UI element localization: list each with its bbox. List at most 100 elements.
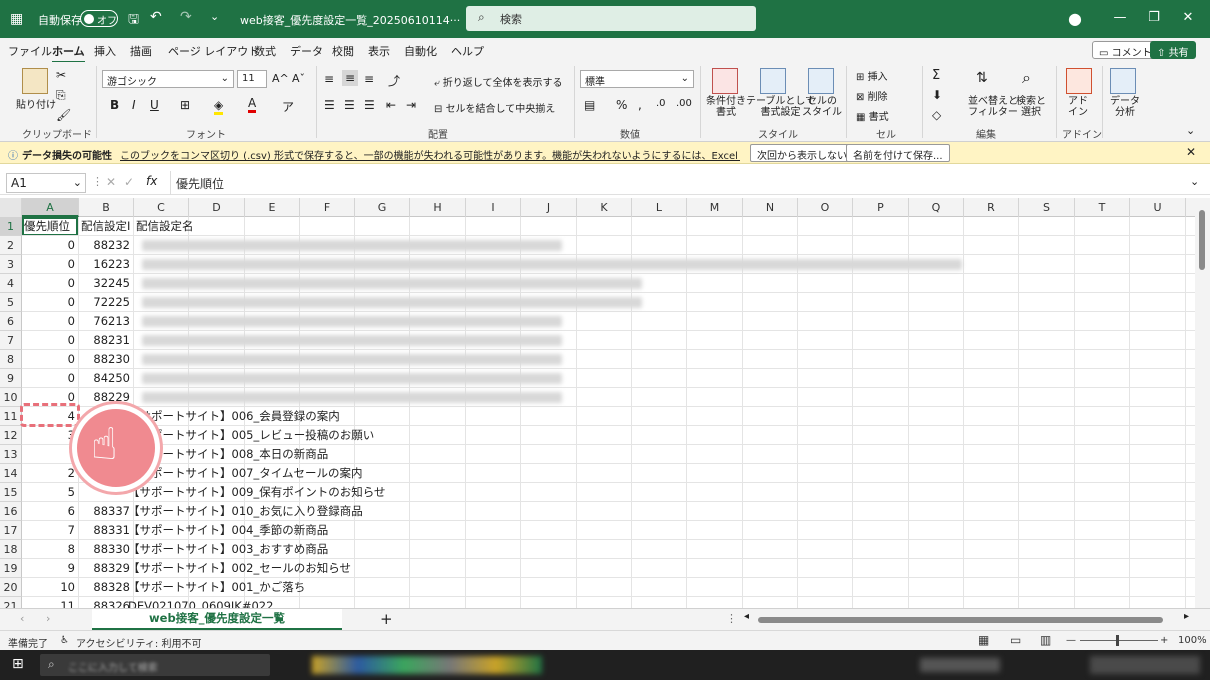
column-header-u[interactable]: U <box>1130 198 1186 217</box>
cell-a[interactable]: 2 <box>24 464 75 483</box>
close-icon[interactable]: ✕ <box>1178 8 1198 28</box>
row-header[interactable]: 4 <box>0 274 22 293</box>
align-left-icon[interactable]: ☰ <box>324 98 335 112</box>
comment-button[interactable]: ▭ コメント <box>1092 41 1159 59</box>
cell-a[interactable]: 9 <box>24 559 75 578</box>
menu-home[interactable]: ホーム <box>52 43 85 63</box>
search-box[interactable]: ⌕ 検索 <box>466 6 756 31</box>
cell-c[interactable]: 【サポートサイト】002_セールのお知らせ <box>128 559 508 578</box>
cell-c[interactable]: 【サポートサイト】010_お気に入り登録商品 <box>128 502 508 521</box>
column-header-e[interactable]: E <box>245 198 300 217</box>
minimize-icon[interactable]: — <box>1110 8 1130 28</box>
phonetic-icon[interactable]: ア <box>282 98 294 115</box>
cell-b[interactable]: 88230 <box>81 350 130 369</box>
cell-c[interactable]: 【サポートサイト】007_タイムセールの案内 <box>128 464 508 483</box>
menu-automate[interactable]: 自動化 <box>404 43 437 59</box>
row-header[interactable]: 7 <box>0 331 22 350</box>
cell-b[interactable]: 76213 <box>81 312 130 331</box>
cell-c[interactable]: 【サポートサイト】004_季節の新商品 <box>128 521 508 540</box>
cell-a[interactable]: 0 <box>24 255 75 274</box>
cell-a[interactable]: 0 <box>24 293 75 312</box>
zoom-slider[interactable] <box>1080 640 1158 641</box>
increase-indent-icon[interactable]: ⇥ <box>406 98 416 112</box>
conditional-format-button[interactable]: 条件付き 書式 <box>706 96 746 118</box>
row-header[interactable]: 5 <box>0 293 22 312</box>
cell-a[interactable]: 11 <box>24 597 75 608</box>
horizontal-scrollbar[interactable]: ◂ ▸ <box>744 611 1194 627</box>
zoom-out-icon[interactable]: — <box>1066 635 1076 646</box>
cell-b[interactable]: 88337 <box>81 502 130 521</box>
wrap-text-button[interactable]: ⤶ 折り返して全体を表示する <box>434 74 562 89</box>
row-header[interactable]: 12 <box>0 426 22 445</box>
scroll-left-icon[interactable]: ◂ <box>744 611 749 622</box>
autosave-toggle[interactable]: オフ <box>80 10 118 27</box>
column-header-n[interactable]: N <box>743 198 798 217</box>
find-select-button[interactable]: 検索と 選択 <box>1016 96 1046 118</box>
column-header-b[interactable]: B <box>79 198 134 217</box>
percent-icon[interactable]: % <box>616 98 627 112</box>
align-top-icon[interactable]: ≡ <box>324 72 334 86</box>
accounting-format-icon[interactable]: ▤ <box>584 98 595 112</box>
cell-a[interactable]: 0 <box>24 350 75 369</box>
sort-filter-icon[interactable]: ⇅ <box>976 70 988 86</box>
font-color-icon[interactable]: A <box>248 96 257 113</box>
accessibility-status[interactable]: アクセシビリティ: 利用不可 <box>76 635 201 650</box>
save-icon[interactable]: 🖫 <box>128 10 139 32</box>
decrease-indent-icon[interactable]: ⇤ <box>386 98 396 112</box>
cell-a[interactable]: 5 <box>24 483 75 502</box>
underline-icon[interactable]: U <box>150 98 159 112</box>
zoom-level[interactable]: 100% <box>1178 635 1207 646</box>
cell-a[interactable]: 0 <box>24 369 75 388</box>
row-header[interactable]: 20 <box>0 578 22 597</box>
menu-help[interactable]: ヘルプ <box>451 43 484 59</box>
data-analysis-button[interactable]: データ 分析 <box>1110 96 1140 118</box>
row-header[interactable]: 15 <box>0 483 22 502</box>
cell-c[interactable]: 【サポートサイト】003_おすすめ商品 <box>128 540 508 559</box>
bold-icon[interactable]: B <box>110 98 119 112</box>
cell-b[interactable]: 88326 <box>81 597 130 608</box>
scroll-right-icon[interactable]: ▸ <box>1184 611 1189 622</box>
menu-page-layout[interactable]: ページ レイアウト <box>168 43 259 59</box>
row-header[interactable]: 10 <box>0 388 22 407</box>
row-header[interactable]: 2 <box>0 236 22 255</box>
row-header[interactable]: 16 <box>0 502 22 521</box>
format-cells-button[interactable]: ▦ 書式 <box>856 108 889 123</box>
align-bottom-icon[interactable]: ≡ <box>364 72 374 86</box>
addins-icon[interactable] <box>1066 68 1092 94</box>
sort-filter-button[interactable]: 並べ替えと フィルター <box>968 96 1018 118</box>
decrease-font-icon[interactable]: Aˇ <box>292 72 305 85</box>
fill-icon[interactable]: ⬇ <box>932 88 942 102</box>
column-header-p[interactable]: P <box>853 198 909 217</box>
addins-button[interactable]: アド イン <box>1068 96 1088 118</box>
conditional-format-icon[interactable] <box>712 68 738 94</box>
cell-b[interactable]: 88232 <box>81 236 130 255</box>
cell-a[interactable]: 0 <box>24 236 75 255</box>
align-right-icon[interactable]: ☰ <box>364 98 375 112</box>
align-middle-icon[interactable]: ≡ <box>342 70 359 86</box>
font-name-select[interactable]: 游ゴシック ⌄ <box>102 70 234 88</box>
zoom-thumb[interactable] <box>1116 635 1119 646</box>
increase-font-icon[interactable]: A^ <box>272 72 289 85</box>
windows-start-icon[interactable]: ⊞ <box>12 656 24 672</box>
column-header-a[interactable]: A <box>22 198 79 217</box>
row-header[interactable]: 18 <box>0 540 22 559</box>
cell-a[interactable]: 優先順位 <box>24 217 75 236</box>
column-header-t[interactable]: T <box>1075 198 1130 217</box>
column-header-q[interactable]: Q <box>909 198 964 217</box>
cut-icon[interactable]: ✂ <box>56 68 66 82</box>
cell-b[interactable]: 32245 <box>81 274 130 293</box>
cell-c[interactable]: 【サポートサイト】001_かご落ち <box>128 578 508 597</box>
row-header[interactable]: 6 <box>0 312 22 331</box>
formula-input[interactable]: 優先順位 <box>176 175 224 192</box>
next-sheet-icon[interactable]: › <box>46 612 50 625</box>
cell-b[interactable]: 88329 <box>81 559 130 578</box>
insert-function-icon[interactable]: fx <box>146 174 157 188</box>
row-header[interactable]: 1 <box>0 217 22 236</box>
page-layout-view-icon[interactable]: ▭ <box>1010 633 1021 647</box>
column-header-s[interactable]: S <box>1019 198 1075 217</box>
taskbar-apps[interactable] <box>312 656 542 674</box>
cell-c[interactable]: 【サポートサイト】006_会員登録の案内 <box>128 407 508 426</box>
cell-styles-icon[interactable] <box>808 68 834 94</box>
column-header-r[interactable]: R <box>964 198 1019 217</box>
find-select-icon[interactable]: ⌕ <box>1022 68 1031 88</box>
